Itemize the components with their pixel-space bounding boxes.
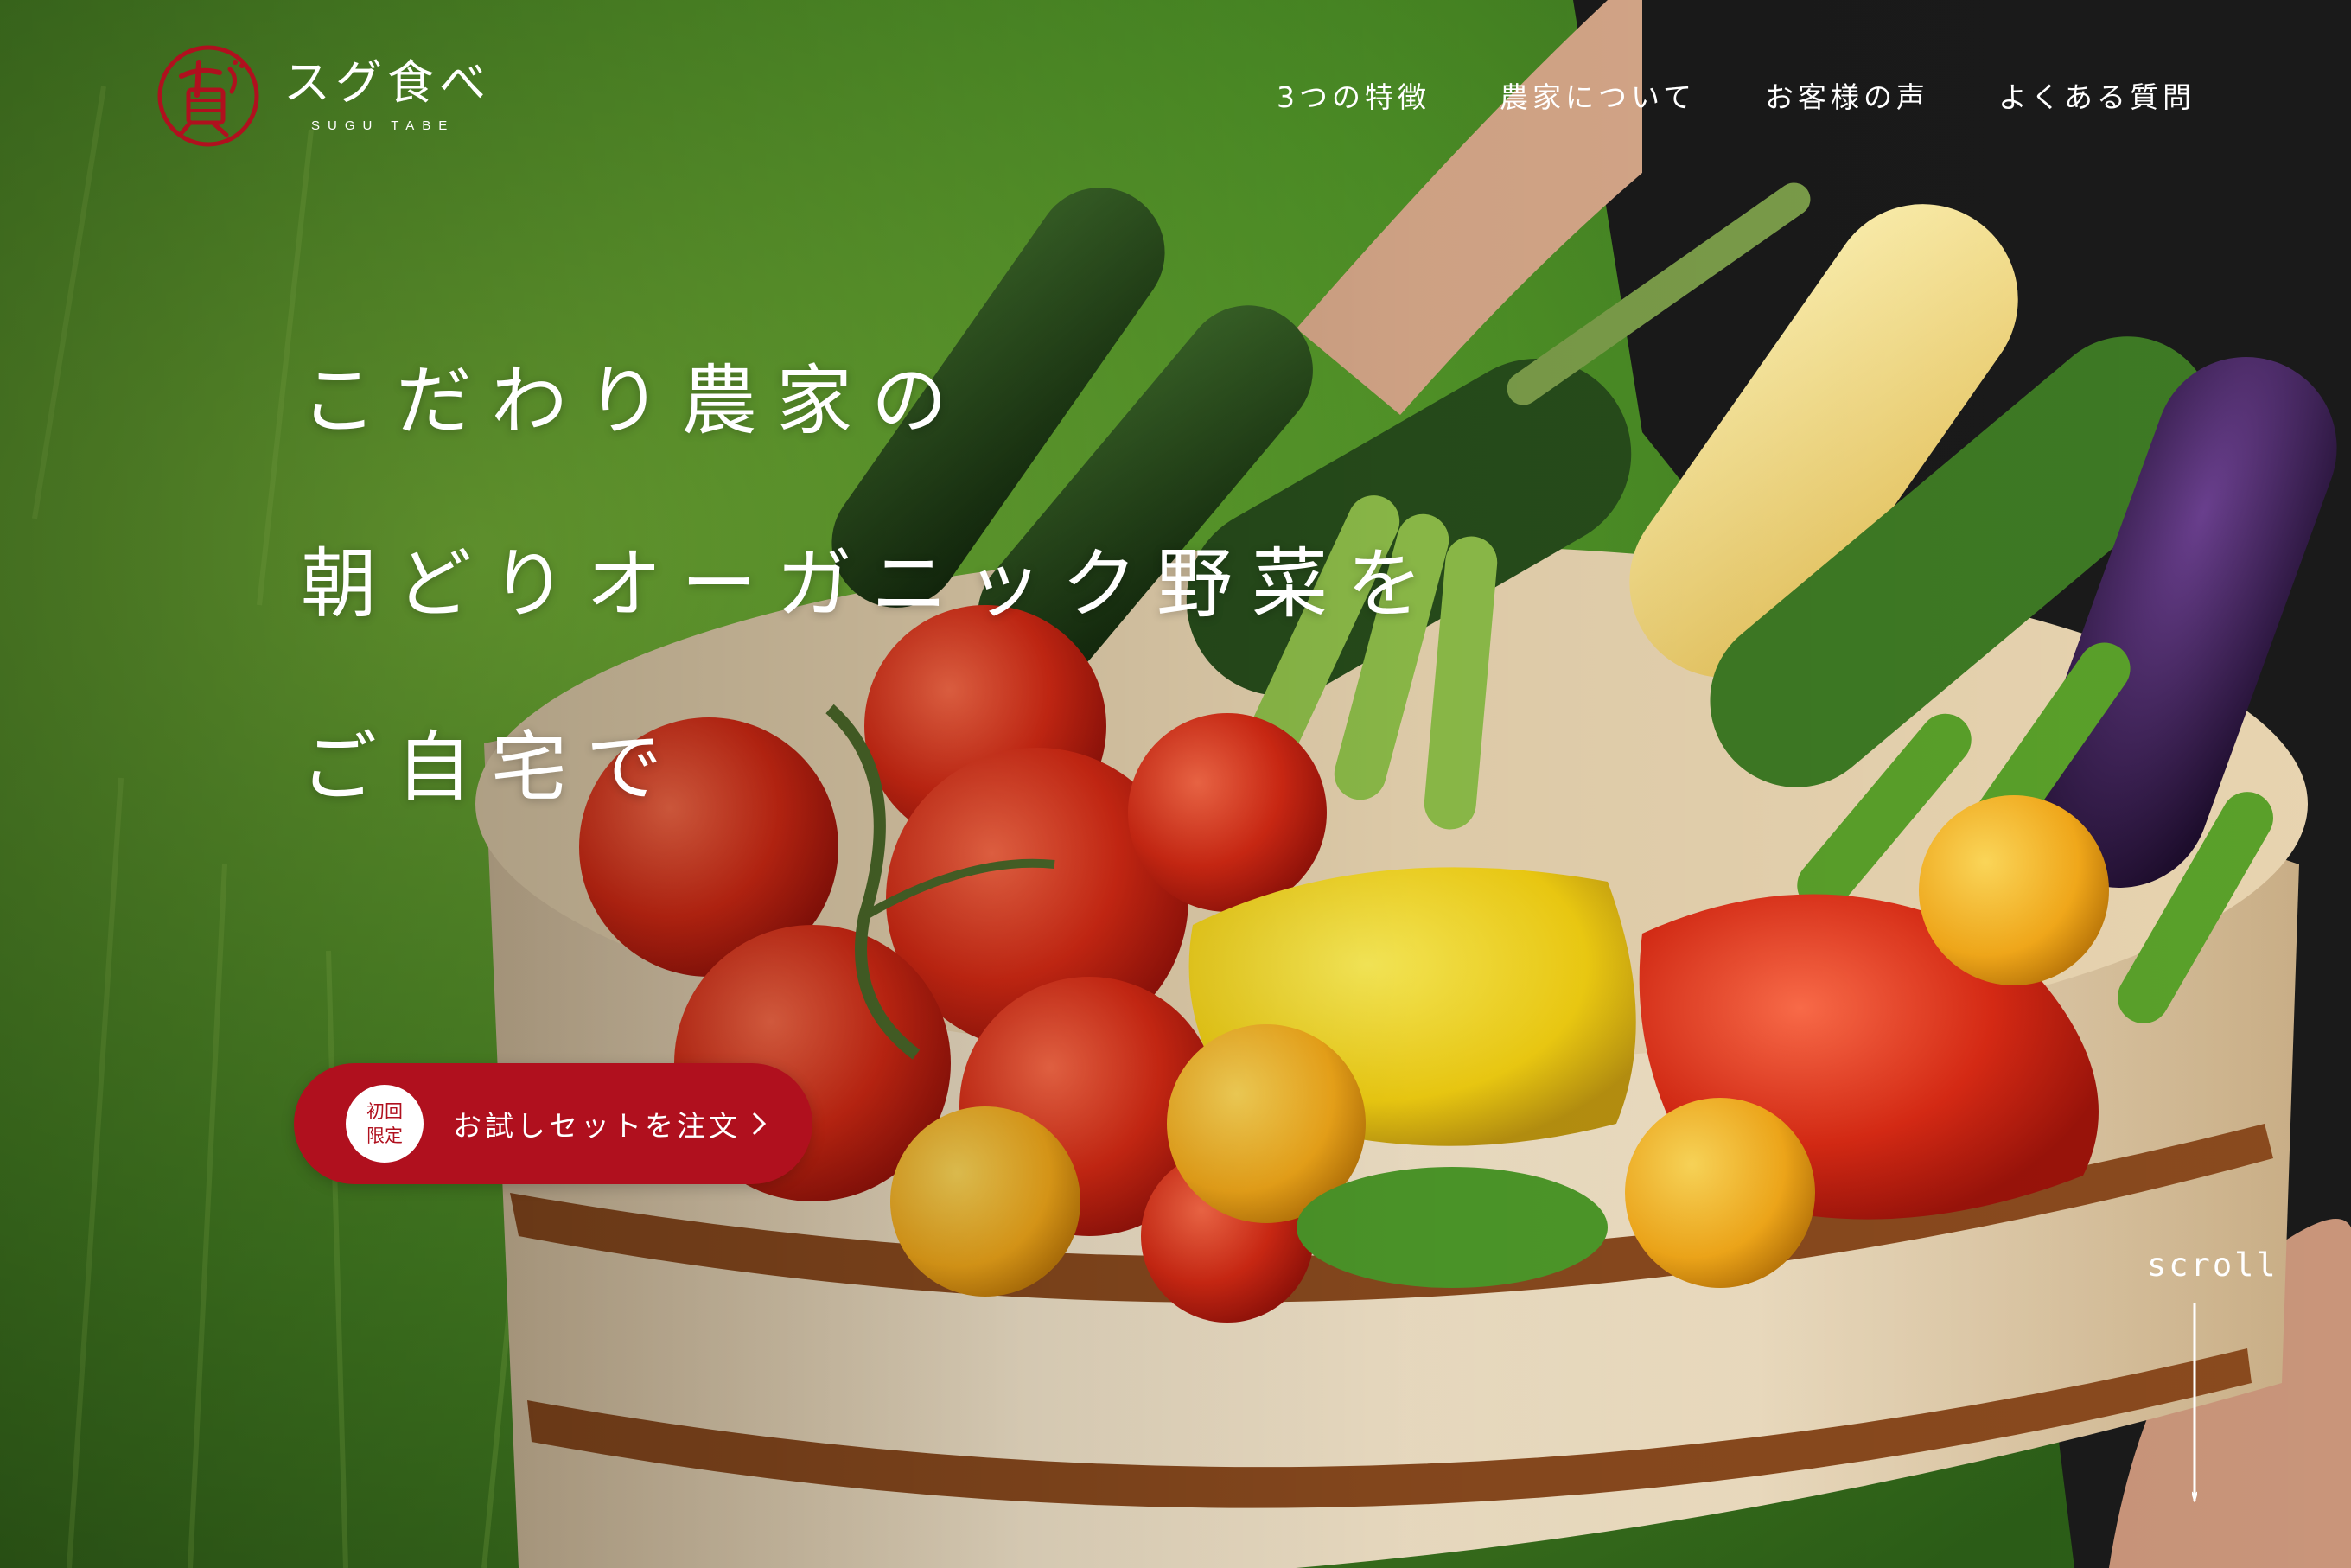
main-nav: 3つの特徴 農家について お客様の声 よくある質問: [1277, 74, 2195, 116]
headline-line-2: 朝どりオーガニック野菜を: [301, 539, 1443, 628]
nav-item-testimonials[interactable]: お客様の声: [1765, 74, 1929, 116]
brand-subname: SUGU TABE: [311, 118, 456, 133]
logo-mark-icon: [157, 45, 259, 147]
hero-headline: こだわり農家の 朝どりオーガニック野菜を ご自宅で: [301, 363, 1442, 913]
brand-logo[interactable]: スグ食べ SUGU TABE: [156, 43, 491, 149]
nav-item-features[interactable]: 3つの特徴: [1277, 74, 1430, 116]
headline-line-1: こだわり農家の: [301, 356, 967, 445]
order-trial-set-button[interactable]: 初回限定 お試しセットを注文: [294, 1063, 812, 1184]
scroll-indicator-label[interactable]: scroll: [2147, 1246, 2278, 1284]
arrow-down-icon: [2192, 1303, 2197, 1502]
nav-item-faq[interactable]: よくある質問: [1998, 74, 2195, 116]
chevron-right-icon: [752, 1112, 767, 1136]
brand-name: スグ食べ: [284, 54, 491, 110]
headline-line-3: ご自宅で: [301, 723, 682, 812]
hero-section: スグ食べ SUGU TABE 3つの特徴 農家について お客様の声 よくある質問…: [0, 0, 2351, 1568]
nav-item-farmers[interactable]: 農家について: [1500, 74, 1696, 116]
order-trial-set-label: お試しセットを注文: [453, 1109, 741, 1143]
first-time-only-badge: 初回限定: [346, 1085, 424, 1163]
